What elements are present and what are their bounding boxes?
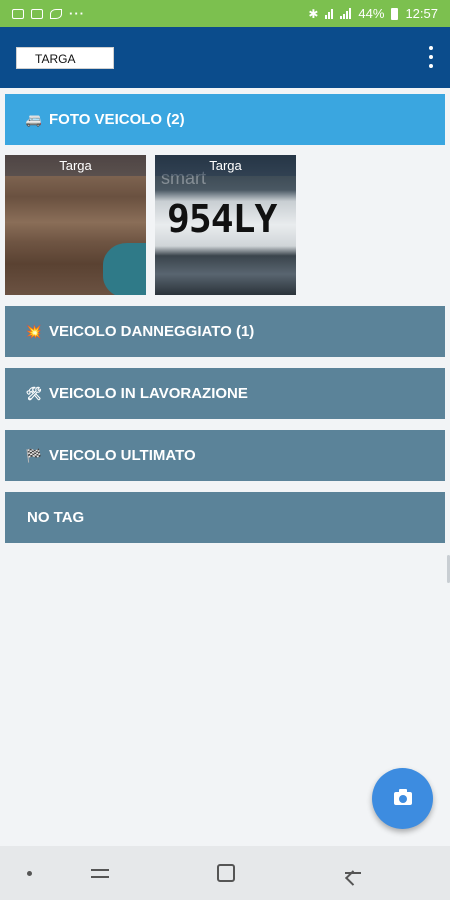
clock: 12:57 xyxy=(405,6,438,21)
checkered-flag-icon: 🏁 xyxy=(25,447,43,463)
section-label: FOTO VEICOLO (2) xyxy=(49,111,185,128)
photo-content xyxy=(103,243,146,295)
battery-icon xyxy=(391,7,399,20)
signal-icon xyxy=(340,8,352,19)
wifi-icon xyxy=(325,8,334,19)
section-veicolo-in-lavorazione[interactable]: 🛠 VEICOLO IN LAVORAZIONE xyxy=(5,368,445,419)
photo-caption: Targa xyxy=(155,155,296,176)
section-no-tag[interactable]: NO TAG xyxy=(5,492,445,543)
gallery-icon xyxy=(12,8,24,19)
take-photo-button[interactable] xyxy=(372,768,433,829)
plate-field[interactable]: TARGA xyxy=(16,47,114,69)
section-label: NO TAG xyxy=(27,509,85,526)
more-notifications-icon: ··· xyxy=(69,6,85,21)
section-label: VEICOLO DANNEGGIATO (1) xyxy=(49,323,255,340)
camera-icon xyxy=(393,789,412,805)
section-foto-veicolo[interactable]: 🚐 FOTO VEICOLO (2) xyxy=(5,94,445,145)
photo-caption: Targa xyxy=(5,155,146,176)
battery-percent: 44% xyxy=(358,6,385,21)
section-label: VEICOLO ULTIMATO xyxy=(49,447,196,464)
status-bar: ··· ✱ 44% 12:57 xyxy=(0,0,450,27)
collision-icon: 💥 xyxy=(25,323,43,339)
photo-thumbnail[interactable]: Targa xyxy=(5,155,146,295)
section-veicolo-ultimato[interactable]: 🏁 VEICOLO ULTIMATO xyxy=(5,430,445,481)
tools-icon: 🛠 xyxy=(25,385,43,401)
section-label: VEICOLO IN LAVORAZIONE xyxy=(49,385,248,402)
back-icon[interactable] xyxy=(342,864,362,882)
recents-icon[interactable] xyxy=(89,864,111,882)
home-icon[interactable] xyxy=(217,864,235,882)
section-veicolo-danneggiato[interactable]: 💥 VEICOLO DANNEGGIATO (1) xyxy=(5,306,445,357)
overflow-menu-icon[interactable] xyxy=(426,46,436,68)
leaf-icon xyxy=(50,8,62,19)
laptop-icon xyxy=(31,8,43,19)
app-bar: TARGA xyxy=(0,27,450,88)
photo-thumbnail[interactable]: smart 954LY Targa xyxy=(155,155,296,295)
van-icon: 🚐 xyxy=(25,111,43,127)
bluetooth-icon: ✱ xyxy=(308,6,319,21)
dot-icon[interactable] xyxy=(27,871,32,876)
system-nav-bar xyxy=(0,846,450,900)
status-indicators: ✱ 44% 12:57 xyxy=(308,6,438,21)
license-plate-text: 954LY xyxy=(167,197,277,241)
status-notifications: ··· xyxy=(12,6,85,21)
